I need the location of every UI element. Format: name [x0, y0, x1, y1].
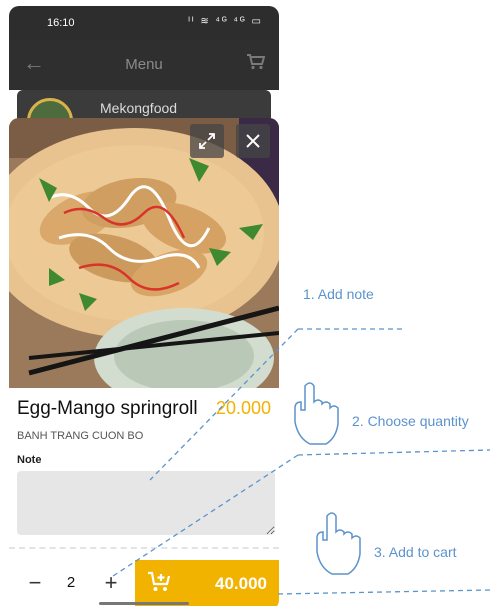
annotation-step-3: 3. Add to cart: [374, 544, 457, 560]
hand-pointer-icon: [316, 512, 361, 575]
annotation-step-1: 1. Add note: [303, 286, 374, 302]
annotation-step-2: 2. Choose quantity: [352, 413, 469, 429]
